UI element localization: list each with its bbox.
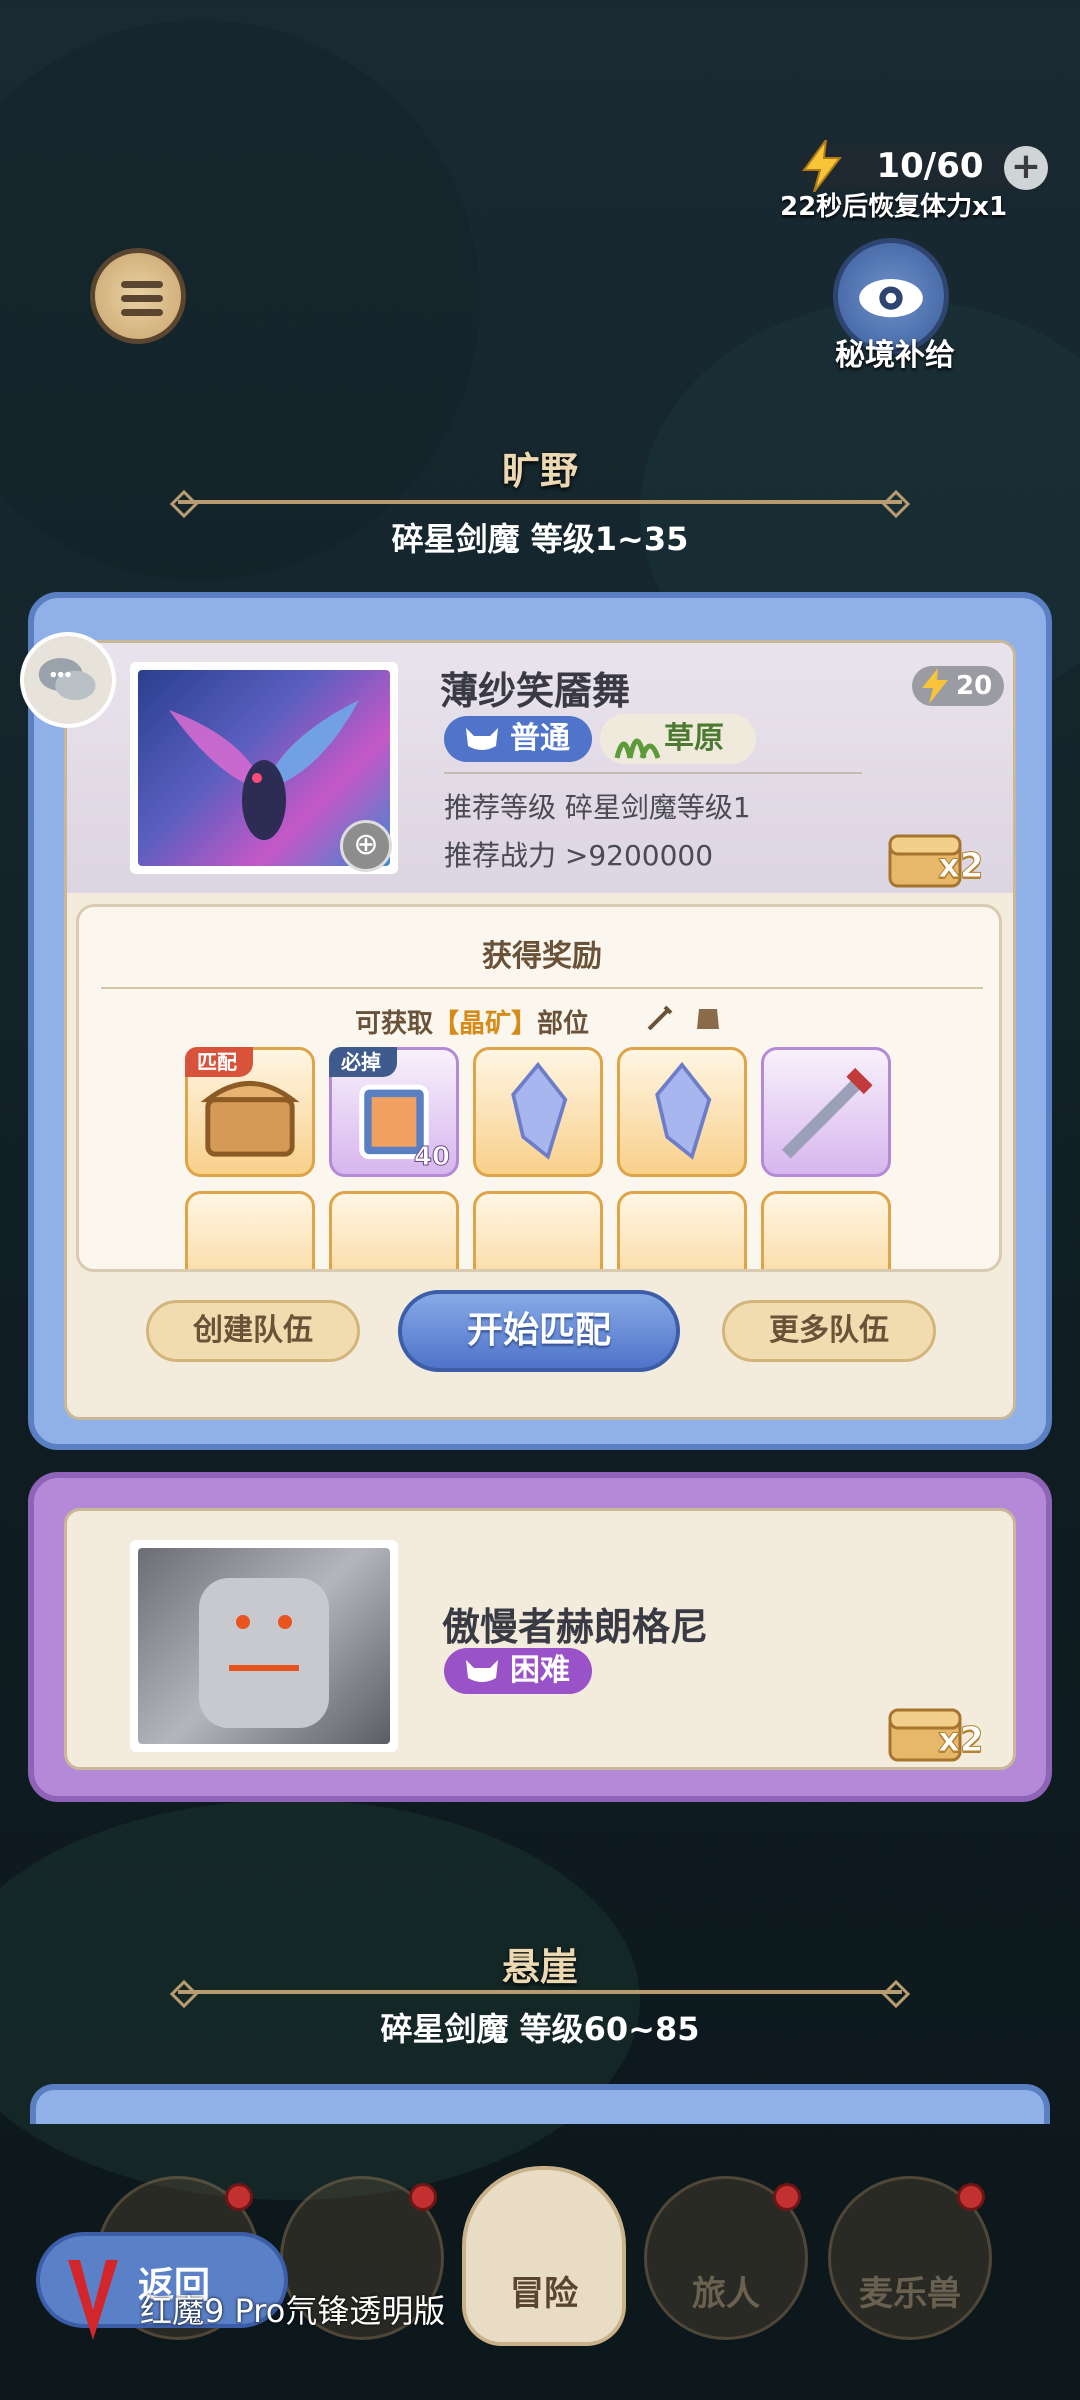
reward-badge: 必掉 xyxy=(329,1047,397,1077)
monster-name: 薄纱笑靥舞 xyxy=(440,669,631,713)
reward-item[interactable] xyxy=(473,1047,603,1177)
sword-icon xyxy=(647,1005,673,1031)
chest-multiplier: x2 xyxy=(938,846,985,887)
reward-item[interactable] xyxy=(329,1191,459,1269)
reward-title: 获得奖励 xyxy=(482,939,602,974)
sword-icon xyxy=(781,1067,873,1159)
redmagic-logo-icon xyxy=(68,2260,118,2340)
notification-dot xyxy=(409,2183,437,2211)
reward-available-prefix: 可获取 xyxy=(355,1009,434,1039)
reward-item[interactable] xyxy=(617,1047,747,1177)
divider xyxy=(178,1990,902,1994)
secret-supply-label: 秘境补给 xyxy=(835,338,955,373)
reward-available-highlight: 【晶矿】 xyxy=(433,1009,538,1039)
reward-item[interactable]: 匹配 xyxy=(185,1047,315,1177)
menu-button[interactable] xyxy=(90,248,186,344)
start-matching-button[interactable]: 开始匹配 xyxy=(398,1290,680,1372)
lightning-icon xyxy=(802,140,843,192)
notification-dot xyxy=(225,2183,253,2211)
background-shape xyxy=(0,1800,640,2200)
cat-face-icon xyxy=(466,1660,498,1682)
region-title: 悬崖 xyxy=(501,1945,578,1989)
dungeon-card[interactable] xyxy=(30,2084,1050,2124)
create-team-button[interactable]: 创建队伍 xyxy=(146,1300,360,1362)
chat-button[interactable] xyxy=(20,632,116,728)
reward-item[interactable] xyxy=(761,1047,891,1177)
reward-count: 40 xyxy=(413,1142,450,1173)
list-icon xyxy=(121,281,163,288)
add-energy-button[interactable]: + xyxy=(1004,146,1048,190)
nav-label-traveler: 旅人 xyxy=(692,2274,760,2314)
nav-item-pet[interactable] xyxy=(828,2176,992,2340)
reward-available-suffix: 部位 xyxy=(537,1009,590,1039)
region-subtitle: 碎星剑魔 等级60~85 xyxy=(380,2010,700,2048)
reward-item[interactable] xyxy=(761,1191,891,1269)
region-title: 旷野 xyxy=(501,449,578,493)
monster-name: 傲慢者赫朗格尼 xyxy=(442,1605,709,1649)
divider xyxy=(444,772,862,774)
divider xyxy=(101,987,983,989)
lightning-icon xyxy=(922,668,948,704)
notification-dot xyxy=(957,2183,985,2211)
cat-face-icon xyxy=(466,728,498,750)
armor-icon xyxy=(697,1009,719,1029)
more-teams-button[interactable]: 更多队伍 xyxy=(722,1300,936,1362)
list-icon xyxy=(121,295,163,302)
grass-icon xyxy=(614,738,661,759)
reward-panel: 获得奖励 可获取【晶矿】部位 匹配 必掉 40 xyxy=(76,904,1002,1272)
chest-multiplier: x2 xyxy=(938,1720,985,1761)
recommended-power: 推荐战力 >9200000 xyxy=(444,839,714,872)
device-watermark: 红魔9 Pro氘锋透明版 xyxy=(140,2292,446,2330)
monster-portrait[interactable] xyxy=(130,1540,398,1752)
zoom-in-icon: ⊕ xyxy=(353,827,379,862)
nav-item-traveler[interactable] xyxy=(644,2176,808,2340)
recommended-level: 推荐等级 碎星剑魔等级1 xyxy=(444,791,751,824)
crystal-icon xyxy=(655,1061,712,1160)
list-icon xyxy=(121,309,163,316)
zoom-in-button[interactable]: ⊕ xyxy=(340,820,392,872)
nav-item-adventure[interactable] xyxy=(462,2166,626,2346)
background-shape xyxy=(0,20,480,580)
reward-badge: 匹配 xyxy=(185,1047,253,1077)
crystal-icon xyxy=(511,1061,568,1160)
reward-available-text: 可获取【晶矿】部位 xyxy=(355,1003,589,1040)
divider xyxy=(178,500,902,504)
nav-label-adventure: 冒险 xyxy=(510,2274,578,2314)
chat-icon xyxy=(38,658,96,701)
region-subtitle: 碎星剑魔 等级1~35 xyxy=(391,520,689,558)
golem-monster-image xyxy=(138,1548,390,1744)
energy-value: 10/60 xyxy=(876,146,984,186)
notification-dot xyxy=(773,2183,801,2211)
reward-item[interactable]: 必掉 40 xyxy=(329,1047,459,1177)
nav-label-pet: 麦乐兽 xyxy=(859,2274,961,2314)
reward-item[interactable] xyxy=(185,1191,315,1269)
energy-recovery-note: 22秒后恢复体力x1 xyxy=(780,192,1008,222)
reward-item[interactable] xyxy=(617,1191,747,1269)
reward-item[interactable] xyxy=(473,1191,603,1269)
